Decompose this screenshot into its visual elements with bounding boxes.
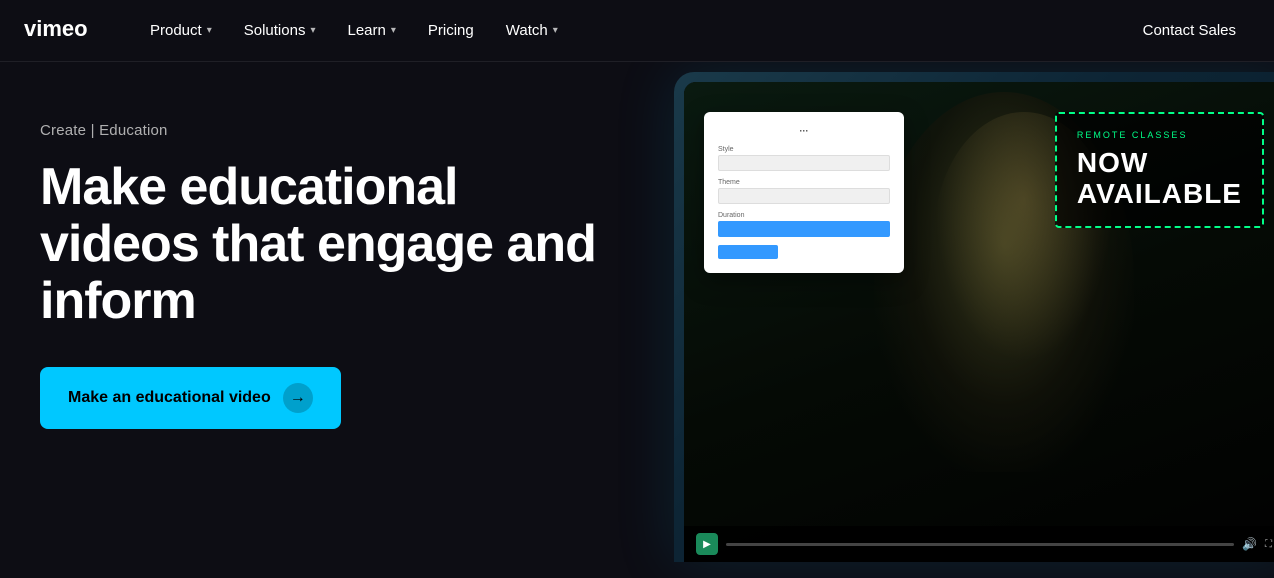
- form-field-theme-label: Theme: [718, 179, 890, 186]
- fullscreen-icon[interactable]: ⛶: [1265, 539, 1272, 550]
- breadcrumb-category: Education: [99, 122, 168, 139]
- watch-chevron-icon: ▾: [553, 25, 558, 36]
- hero-left: Create | Education Make educational vide…: [0, 62, 701, 469]
- nav-links: Product ▾ Solutions ▾ Learn ▾ Pricing Wa…: [136, 14, 1129, 47]
- form-field-style-label: Style: [718, 146, 890, 153]
- solutions-chevron-icon: ▾: [310, 25, 315, 36]
- nav-learn-label: Learn: [347, 22, 385, 39]
- breadcrumb-separator: |: [86, 122, 99, 139]
- play-icon[interactable]: ▶: [696, 533, 718, 555]
- video-progress-bar[interactable]: [726, 543, 1234, 546]
- learn-chevron-icon: ▾: [391, 25, 396, 36]
- cta-arrow-icon: →: [283, 383, 313, 413]
- nav-watch-label: Watch: [506, 22, 548, 39]
- nav-item-watch[interactable]: Watch ▾: [492, 14, 572, 47]
- form-field-duration-label: Duration: [718, 212, 890, 219]
- product-chevron-icon: ▾: [207, 25, 212, 36]
- nav-pricing-label: Pricing: [428, 22, 474, 39]
- form-field-theme-input: [718, 188, 890, 204]
- cta-button[interactable]: Make an educational video →: [40, 367, 341, 429]
- video-area: REMOTE CLASSES NOW AVAILABLE ··· Style: [684, 82, 1274, 562]
- nav-item-learn[interactable]: Learn ▾: [333, 14, 409, 47]
- svg-text:vimeo: vimeo: [24, 16, 88, 41]
- breadcrumb-create: Create: [40, 122, 86, 139]
- device-screen: REMOTE CLASSES NOW AVAILABLE ··· Style: [684, 82, 1274, 562]
- hero-section: Create | Education Make educational vide…: [0, 62, 1274, 578]
- device-mockup: REMOTE CLASSES NOW AVAILABLE ··· Style: [674, 72, 1274, 562]
- form-field-duration-input: [718, 221, 890, 237]
- form-field-style-input: [718, 155, 890, 171]
- navbar: vimeo Product ▾ Solutions ▾ Learn ▾ Pric…: [0, 0, 1274, 62]
- form-field-duration: Duration: [718, 212, 890, 237]
- form-field-theme: Theme: [718, 179, 890, 204]
- nav-solutions-label: Solutions: [244, 22, 306, 39]
- breadcrumb: Create | Education: [40, 122, 701, 139]
- floating-form-panel: ··· Style Theme Duration: [704, 112, 904, 273]
- form-panel-title: ···: [718, 126, 890, 136]
- hero-title: Make educational videos that engage and …: [40, 159, 600, 331]
- now-available-text: NOW AVAILABLE: [1077, 148, 1242, 210]
- video-controls-bar: ▶ 🔊 ⛶: [684, 526, 1274, 562]
- cta-label: Make an educational video: [68, 389, 271, 407]
- nav-item-pricing[interactable]: Pricing: [414, 14, 488, 47]
- contact-sales-button[interactable]: Contact Sales: [1129, 14, 1250, 47]
- hero-right: REMOTE CLASSES NOW AVAILABLE ··· Style: [634, 62, 1274, 578]
- nav-product-label: Product: [150, 22, 202, 39]
- form-field-style: Style: [718, 146, 890, 171]
- nav-item-product[interactable]: Product ▾: [136, 14, 226, 47]
- vimeo-logo[interactable]: vimeo: [24, 14, 104, 47]
- video-background: REMOTE CLASSES NOW AVAILABLE ··· Style: [684, 82, 1274, 562]
- video-overlay-box: REMOTE CLASSES NOW AVAILABLE: [1055, 112, 1264, 228]
- form-create-btn[interactable]: [718, 245, 778, 259]
- volume-icon[interactable]: 🔊: [1242, 537, 1257, 551]
- nav-item-solutions[interactable]: Solutions ▾: [230, 14, 330, 47]
- remote-classes-label: REMOTE CLASSES: [1077, 130, 1242, 140]
